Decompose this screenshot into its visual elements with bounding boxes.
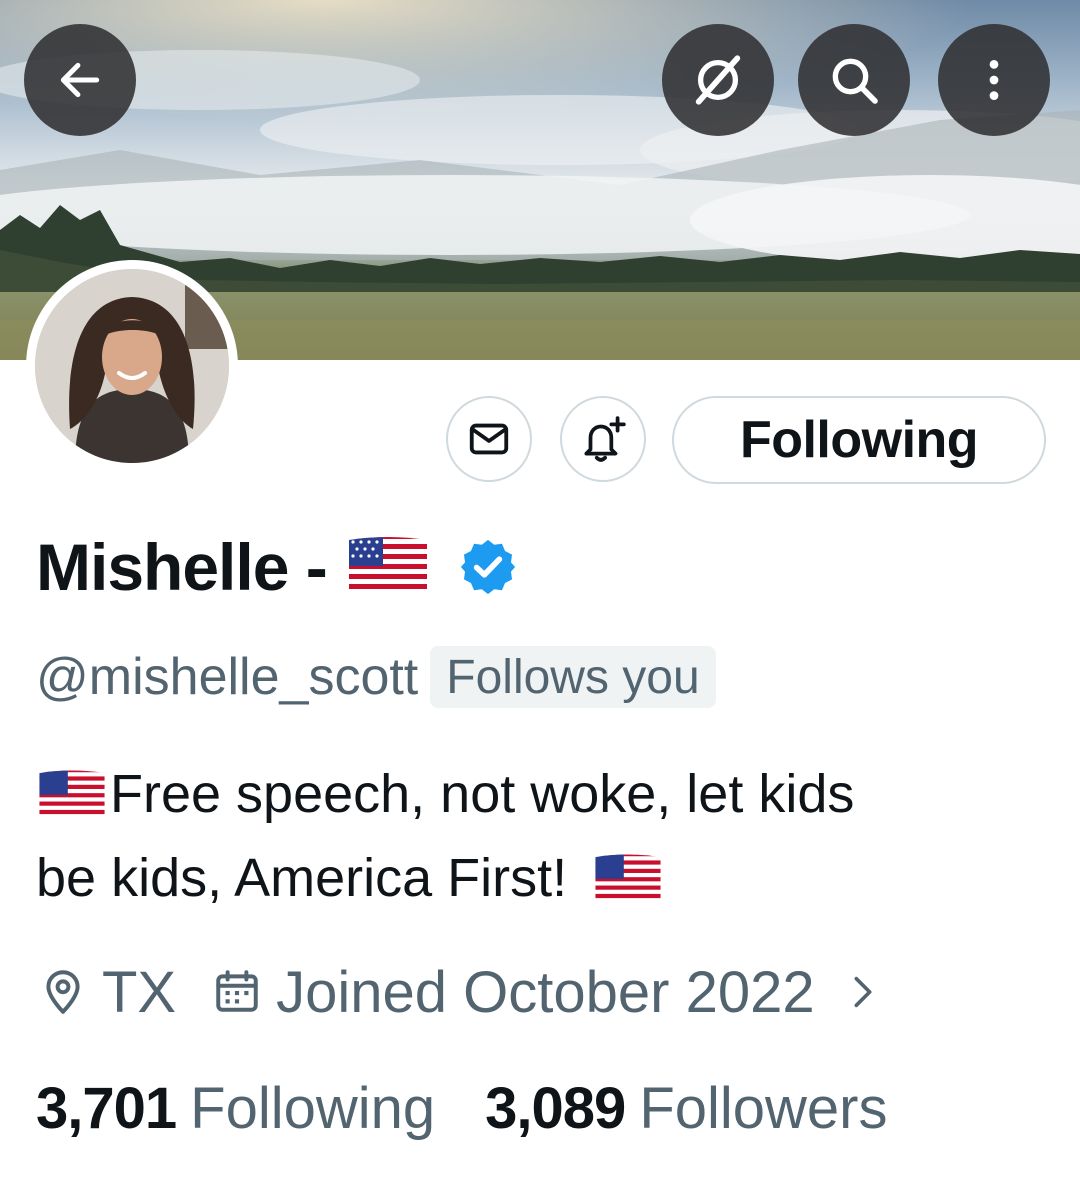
location-pin-icon xyxy=(38,967,88,1017)
joined-date[interactable]: Joined October 2022 xyxy=(276,959,814,1026)
more-vertical-icon xyxy=(989,60,999,100)
more-button[interactable] xyxy=(938,24,1050,136)
chevron-right-icon[interactable] xyxy=(843,972,883,1012)
avatar-photo xyxy=(35,269,229,463)
following-count: 3,701 xyxy=(36,1075,177,1141)
handle-row: @mishelle_scott Follows you xyxy=(36,640,716,714)
following-label: Following xyxy=(190,1075,436,1141)
arrow-left-icon xyxy=(60,62,100,98)
calendar-icon xyxy=(212,967,262,1017)
message-button[interactable] xyxy=(446,396,532,482)
bio-text-1: Free speech, not woke, let kids xyxy=(110,764,855,824)
following-button[interactable]: Following xyxy=(672,396,1046,484)
bio-line-2: be kids, America First! xyxy=(36,836,1036,920)
grok-button[interactable] xyxy=(662,24,774,136)
display-name: Mishelle - xyxy=(36,530,328,604)
following-stat-link[interactable]: 3,701 Following xyxy=(36,1075,435,1142)
location-text: TX xyxy=(102,959,177,1025)
display-name-row: Mishelle - xyxy=(36,522,519,612)
mail-icon xyxy=(469,423,509,455)
back-button[interactable] xyxy=(24,24,136,136)
bell-plus-icon xyxy=(584,416,626,462)
us-flag-emoji xyxy=(345,534,431,601)
handle: @mishelle_scott xyxy=(36,648,419,706)
search-button[interactable] xyxy=(798,24,910,136)
search-icon xyxy=(832,58,878,104)
followers-stat-link[interactable]: 3,089 Followers xyxy=(485,1075,887,1142)
grok-icon xyxy=(695,55,741,105)
bio-text-2: be kids, America First! xyxy=(36,848,568,908)
followers-label: Followers xyxy=(639,1075,888,1141)
bio-line-1: Free speech, not woke, let kids xyxy=(36,752,1036,836)
us-flag-emoji xyxy=(39,770,105,818)
profile-meta: TX Joined October 2022 xyxy=(38,950,897,1034)
notify-button[interactable] xyxy=(560,396,646,482)
us-flag-emoji xyxy=(595,854,661,902)
follows-you-badge: Follows you xyxy=(430,646,716,708)
profile-stats: 3,701 Following 3,089 Followers xyxy=(36,1068,887,1148)
profile-bio: Free speech, not woke, let kids be kids,… xyxy=(36,752,1036,920)
verified-badge-icon[interactable] xyxy=(457,536,519,598)
followers-count: 3,089 xyxy=(485,1075,626,1141)
profile-avatar[interactable] xyxy=(26,260,238,472)
